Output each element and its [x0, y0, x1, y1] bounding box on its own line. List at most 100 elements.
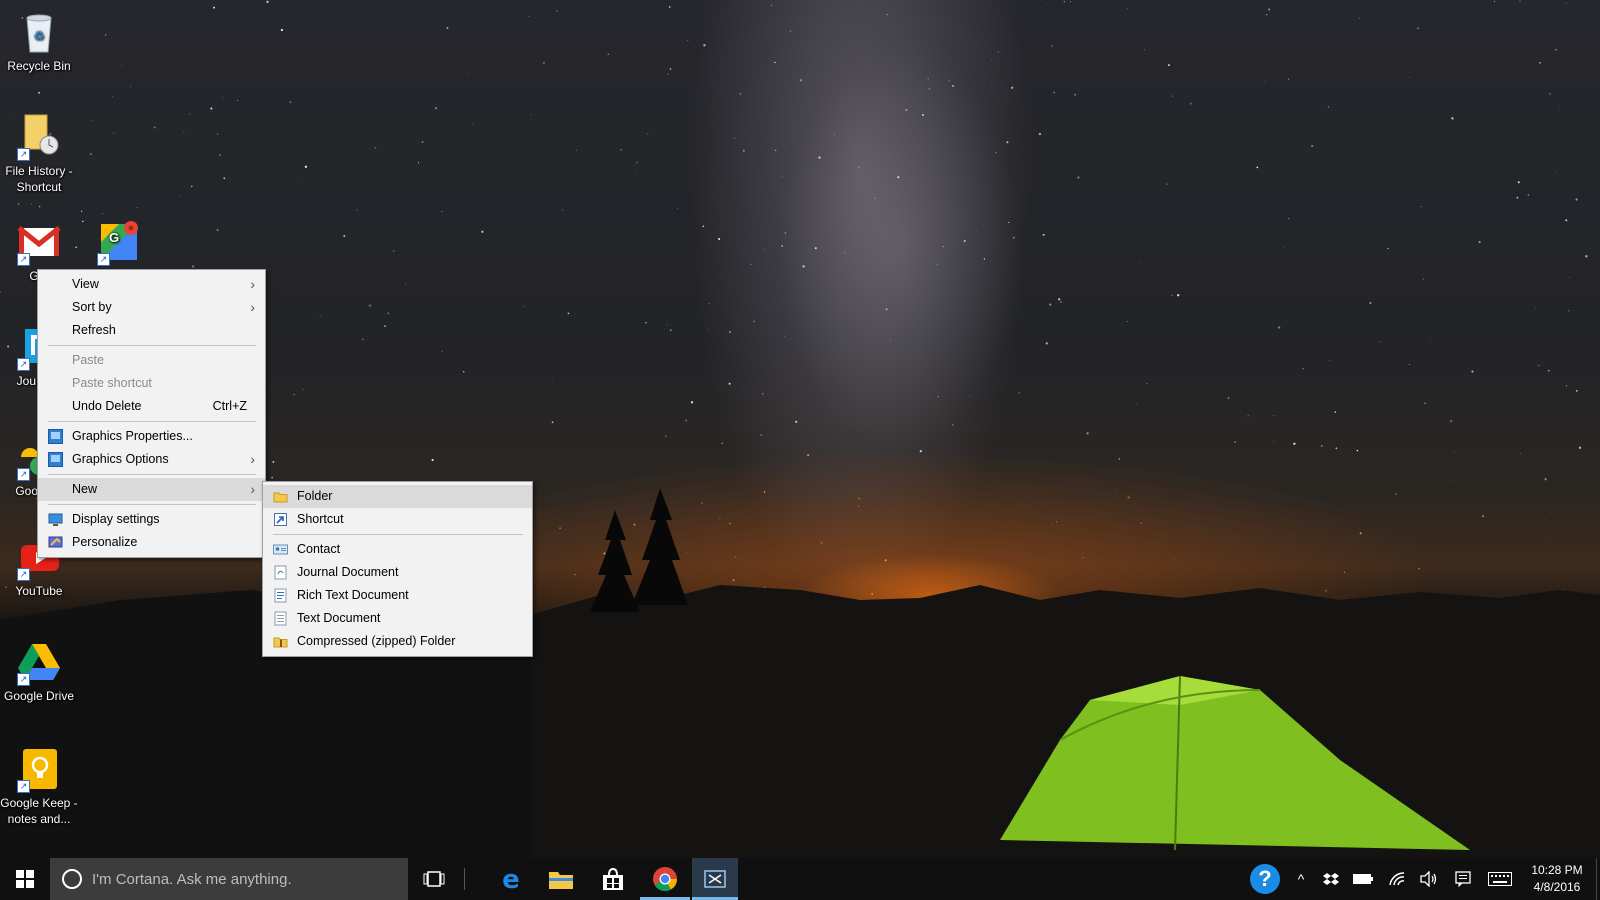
- star: [728, 330, 732, 334]
- star: [293, 393, 295, 396]
- star: [784, 232, 786, 234]
- submenu-item-compressed-folder[interactable]: Compressed (zipped) Folder: [263, 630, 532, 653]
- star: [807, 454, 809, 456]
- star: [1227, 397, 1230, 399]
- battery-tray-icon[interactable]: [1350, 858, 1376, 900]
- star: [633, 523, 636, 526]
- display-settings-icon: [48, 513, 63, 526]
- desktop-background[interactable]: ♻ Recycle Bin ↗ File History - Shortcut …: [0, 0, 1600, 858]
- star: [732, 579, 735, 582]
- taskbar-store[interactable]: [588, 858, 638, 900]
- menu-item-graphics-properties[interactable]: Graphics Properties...: [38, 425, 265, 448]
- star: [1144, 49, 1146, 51]
- rich-text-document-icon: [274, 588, 287, 603]
- action-center-tray-icon[interactable]: [1450, 858, 1476, 900]
- taskbar-edge[interactable]: e: [486, 858, 536, 900]
- star: [1167, 64, 1170, 67]
- menu-item-graphics-options[interactable]: Graphics Options ›: [38, 448, 265, 471]
- star: [1359, 532, 1362, 535]
- menu-separator: [273, 534, 523, 535]
- submenu-item-shortcut[interactable]: Shortcut: [263, 508, 532, 531]
- menu-item-paste-shortcut[interactable]: Paste shortcut: [38, 372, 265, 395]
- star: [1369, 301, 1372, 305]
- menu-item-display-settings[interactable]: Display settings: [38, 508, 265, 531]
- menu-item-new[interactable]: New ›: [38, 478, 265, 501]
- star: [789, 30, 791, 32]
- cortana-search-box[interactable]: I'm Cortana. Ask me anything.: [50, 858, 408, 900]
- star: [1126, 8, 1128, 10]
- star: [718, 237, 721, 241]
- star: [1008, 221, 1010, 223]
- touch-keyboard-tray-icon[interactable]: [1484, 858, 1516, 900]
- file-history-icon: ↗: [15, 113, 63, 161]
- star: [1578, 446, 1582, 449]
- dropbox-tray-icon[interactable]: [1318, 858, 1344, 900]
- star: [1482, 515, 1484, 518]
- menu-item-undo-delete[interactable]: Undo Delete Ctrl+Z: [38, 395, 265, 418]
- menu-item-personalize[interactable]: Personalize: [38, 531, 265, 554]
- desktop-icon-file-history[interactable]: ↗ File History - Shortcut: [0, 113, 78, 195]
- menu-item-sort-by[interactable]: Sort by ›: [38, 296, 265, 319]
- desktop-icon-recycle-bin[interactable]: ♻ Recycle Bin: [0, 8, 78, 74]
- star: [1038, 132, 1042, 136]
- star: [1409, 77, 1410, 78]
- submenu-item-contact[interactable]: Contact: [263, 538, 532, 561]
- star: [669, 68, 672, 70]
- show-hidden-icons-chevron-up-icon[interactable]: ^: [1288, 858, 1314, 900]
- star: [1356, 449, 1359, 452]
- menu-item-refresh[interactable]: Refresh: [38, 319, 265, 342]
- submenu-item-text-document[interactable]: Text Document: [263, 607, 532, 630]
- star: [1058, 298, 1061, 301]
- star: [1550, 512, 1552, 514]
- desktop-icon-label: Google Drive: [3, 689, 75, 703]
- submenu-item-folder[interactable]: Folder: [263, 485, 532, 508]
- star: [1126, 321, 1128, 323]
- taskbar: I'm Cortana. Ask me anything. e ? ^ 10:2…: [0, 858, 1600, 900]
- taskbar-chrome[interactable]: [640, 858, 690, 900]
- star: [742, 149, 745, 152]
- personalize-icon: [48, 536, 63, 548]
- star: [1077, 176, 1080, 179]
- star: [775, 149, 777, 152]
- star: [991, 59, 992, 61]
- volume-tray-icon[interactable]: [1416, 858, 1442, 900]
- help-tray-icon[interactable]: ?: [1246, 858, 1284, 900]
- submenu-item-rich-text-document[interactable]: Rich Text Document: [263, 584, 532, 607]
- star: [1063, 1, 1066, 3]
- menu-item-view[interactable]: View ›: [38, 273, 265, 296]
- star: [761, 392, 764, 395]
- chevron-right-icon: ›: [250, 481, 255, 497]
- star: [17, 203, 20, 206]
- taskbar-divider: [463, 858, 465, 900]
- taskbar-snipping-tool[interactable]: [692, 858, 738, 900]
- star: [368, 304, 372, 307]
- wifi-tray-icon[interactable]: [1384, 858, 1410, 900]
- star: [1575, 390, 1578, 392]
- windows-logo-icon: [16, 870, 34, 888]
- desktop-icon-google-maps[interactable]: G ↗: [80, 218, 158, 268]
- taskbar-file-explorer[interactable]: [536, 858, 586, 900]
- menu-separator: [48, 421, 256, 422]
- star: [733, 137, 735, 139]
- show-desktop-button[interactable]: [1596, 858, 1600, 900]
- star: [1159, 191, 1161, 193]
- star: [223, 177, 226, 180]
- desktop-icon-google-keep[interactable]: ↗ Google Keep - notes and...: [0, 745, 78, 827]
- submenu-item-journal-document[interactable]: Journal Document: [263, 561, 532, 584]
- star: [1420, 206, 1422, 208]
- star: [1273, 415, 1274, 416]
- svg-text:e: e: [502, 866, 520, 892]
- menu-item-paste[interactable]: Paste: [38, 349, 265, 372]
- shortcut-arrow-icon: ↗: [17, 148, 30, 161]
- taskbar-clock[interactable]: 10:28 PM 4/8/2016: [1520, 862, 1594, 896]
- star: [38, 205, 41, 208]
- star: [1517, 181, 1520, 184]
- desktop-icon-label: YouTube: [15, 584, 63, 598]
- star: [113, 132, 115, 134]
- desktop-icon-google-drive[interactable]: ↗ Google Drive: [0, 638, 78, 704]
- task-view-button[interactable]: [412, 858, 456, 900]
- star: [153, 126, 156, 129]
- star: [1018, 392, 1020, 394]
- star: [1409, 364, 1410, 366]
- start-button[interactable]: [0, 858, 50, 900]
